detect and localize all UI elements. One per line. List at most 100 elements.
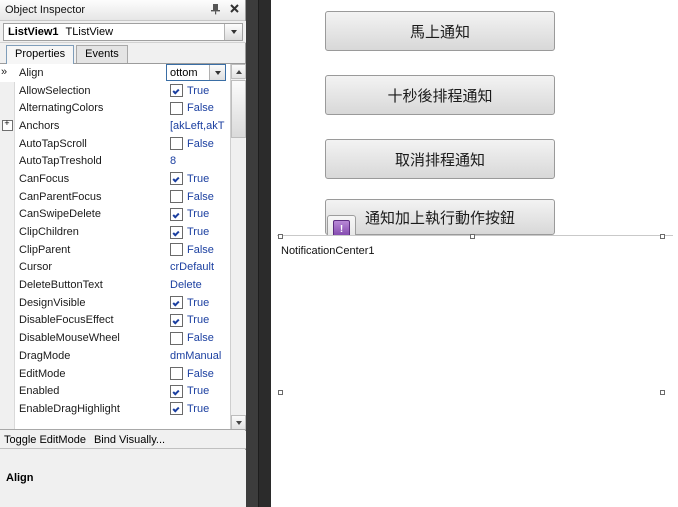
property-row-autotaptreshold[interactable]: AutoTapTreshold 8 xyxy=(0,152,232,170)
property-row-alternatingcolors[interactable]: AlternatingColors False xyxy=(0,99,232,117)
object-selector-inner[interactable]: ListView1 TListView xyxy=(3,23,243,41)
object-selector-combo[interactable]: ListView1 TListView xyxy=(0,21,246,43)
inspector-links: Toggle EditMode Bind Visually... xyxy=(0,431,246,449)
property-value[interactable]: dmManual xyxy=(165,350,232,362)
property-row-clipparent[interactable]: ClipParent False xyxy=(0,241,232,259)
property-row-disablemousewheel[interactable]: DisableMouseWheel False xyxy=(0,329,232,347)
property-row-canparentfocus[interactable]: CanParentFocus False xyxy=(0,188,232,206)
pin-icon[interactable] xyxy=(209,2,222,15)
scrollbar-thumb[interactable] xyxy=(231,80,246,138)
close-icon[interactable] xyxy=(228,2,241,15)
property-value[interactable]: False xyxy=(165,190,232,204)
property-name: Enabled xyxy=(19,385,60,398)
selection-handle[interactable] xyxy=(660,234,665,239)
checkbox-icon[interactable] xyxy=(170,402,183,416)
checkbox-icon[interactable] xyxy=(170,101,183,115)
button-schedule-notify-10s[interactable]: 十秒後排程通知 xyxy=(325,75,555,115)
selection-handle[interactable] xyxy=(278,234,283,239)
property-value-text: True xyxy=(187,208,210,221)
property-row-designvisible[interactable]: DesignVisible True xyxy=(0,294,232,312)
property-name: Align xyxy=(14,66,165,79)
selection-handle[interactable] xyxy=(278,390,283,395)
checkbox-icon[interactable] xyxy=(170,225,183,239)
checkbox-icon[interactable] xyxy=(170,172,183,186)
selected-object-name: ListView1 xyxy=(8,26,59,38)
property-value-text: False xyxy=(187,367,214,380)
row-expander xyxy=(0,382,14,400)
chevron-down-icon[interactable] xyxy=(224,24,242,40)
expand-plus-icon[interactable]: + xyxy=(1,120,13,132)
property-row-autotapscroll[interactable]: AutoTapScroll False xyxy=(0,135,232,153)
device-frame xyxy=(259,0,271,507)
checkbox-icon[interactable] xyxy=(170,207,183,221)
property-row-editmode[interactable]: EditMode False xyxy=(0,365,232,383)
checkbox-icon[interactable] xyxy=(170,331,183,345)
property-row-cursor[interactable]: Cursor crDefault xyxy=(0,259,232,277)
arrow-up-icon xyxy=(235,69,242,74)
property-value[interactable]: False xyxy=(165,101,232,115)
property-value-text: dmManual xyxy=(170,349,222,362)
property-value[interactable]: False xyxy=(165,331,232,345)
property-value[interactable]: False xyxy=(165,243,232,257)
property-grid[interactable]: » Align ottom AllowSelection True Altern… xyxy=(0,64,246,430)
property-row-enabledraghighlight[interactable]: EnableDragHighlight True xyxy=(0,400,232,418)
property-value[interactable]: [akLeft,akT xyxy=(165,120,232,132)
bind-visually-link[interactable]: Bind Visually... xyxy=(94,434,165,446)
property-value[interactable]: True xyxy=(165,296,232,310)
component-name-label: NotificationCenter1 xyxy=(281,245,375,257)
checkbox-icon[interactable] xyxy=(170,296,183,310)
checkbox-icon[interactable] xyxy=(170,190,183,204)
property-value[interactable]: True xyxy=(165,207,232,221)
listview-selected-region[interactable] xyxy=(277,235,673,507)
scroll-down-button[interactable] xyxy=(231,415,246,429)
property-value-text: False xyxy=(187,243,214,256)
property-value[interactable]: crDefault xyxy=(165,261,232,273)
checkbox-icon[interactable] xyxy=(170,313,183,327)
checkbox-icon[interactable] xyxy=(170,384,183,398)
object-inspector-title: Object Inspector xyxy=(5,4,86,16)
toggle-editmode-link[interactable]: Toggle EditMode xyxy=(4,434,86,446)
form-designer[interactable]: 馬上通知 十秒後排程通知 取消排程通知 通知加上執行動作按鈕 ! Notific… xyxy=(246,0,678,507)
property-value[interactable]: False xyxy=(165,367,232,381)
checkbox-icon[interactable] xyxy=(170,367,183,381)
checkbox-icon[interactable] xyxy=(170,243,183,257)
property-row-allowselection[interactable]: AllowSelection True xyxy=(0,82,232,100)
row-expander xyxy=(0,400,14,418)
property-value[interactable]: True xyxy=(165,402,232,416)
property-row-anchors[interactable]: + Anchors [akLeft,akT xyxy=(0,117,232,135)
property-row-canswipedelete[interactable]: CanSwipeDelete True xyxy=(0,206,232,224)
property-grid-scrollbar[interactable] xyxy=(230,64,246,429)
property-value[interactable]: True xyxy=(165,313,232,327)
property-row-deletebuttontext[interactable]: DeleteButtonText Delete xyxy=(0,276,232,294)
property-value[interactable]: True xyxy=(165,384,232,398)
property-row-enabled[interactable]: Enabled True xyxy=(0,382,232,400)
button-notify-now[interactable]: 馬上通知 xyxy=(325,11,555,51)
form-canvas[interactable]: 馬上通知 十秒後排程通知 取消排程通知 通知加上執行動作按鈕 ! Notific… xyxy=(272,0,678,507)
button-cancel-scheduled-notify[interactable]: 取消排程通知 xyxy=(325,139,555,179)
row-expander xyxy=(0,347,14,365)
property-row-align[interactable]: » Align ottom xyxy=(0,64,232,82)
row-expander xyxy=(0,223,14,241)
property-row-clipchildren[interactable]: ClipChildren True xyxy=(0,223,232,241)
property-row-canfocus[interactable]: CanFocus True xyxy=(0,170,232,188)
row-expander xyxy=(0,135,14,153)
selection-handle[interactable] xyxy=(470,234,475,239)
checkbox-icon[interactable] xyxy=(170,137,183,151)
property-value[interactable]: True xyxy=(165,225,232,239)
property-value[interactable]: False xyxy=(165,137,232,151)
selection-handle[interactable] xyxy=(660,390,665,395)
property-value[interactable]: True xyxy=(165,84,232,98)
property-value[interactable]: Delete xyxy=(165,279,232,291)
property-row-disablefocuseffect[interactable]: DisableFocusEffect True xyxy=(0,312,232,330)
checkbox-icon[interactable] xyxy=(170,84,183,98)
property-row-dragmode[interactable]: DragMode dmManual xyxy=(0,347,232,365)
property-value-text: True xyxy=(187,296,210,309)
button-notify-with-action[interactable]: 通知加上執行動作按鈕 xyxy=(325,199,555,235)
property-value[interactable]: True xyxy=(165,172,232,186)
row-expander[interactable]: + xyxy=(0,117,14,135)
tab-properties[interactable]: Properties xyxy=(6,45,75,64)
scroll-up-button[interactable] xyxy=(231,64,246,79)
tab-events[interactable]: Events xyxy=(76,45,128,63)
property-value[interactable]: 8 xyxy=(165,155,232,167)
property-value-text: False xyxy=(187,102,214,115)
